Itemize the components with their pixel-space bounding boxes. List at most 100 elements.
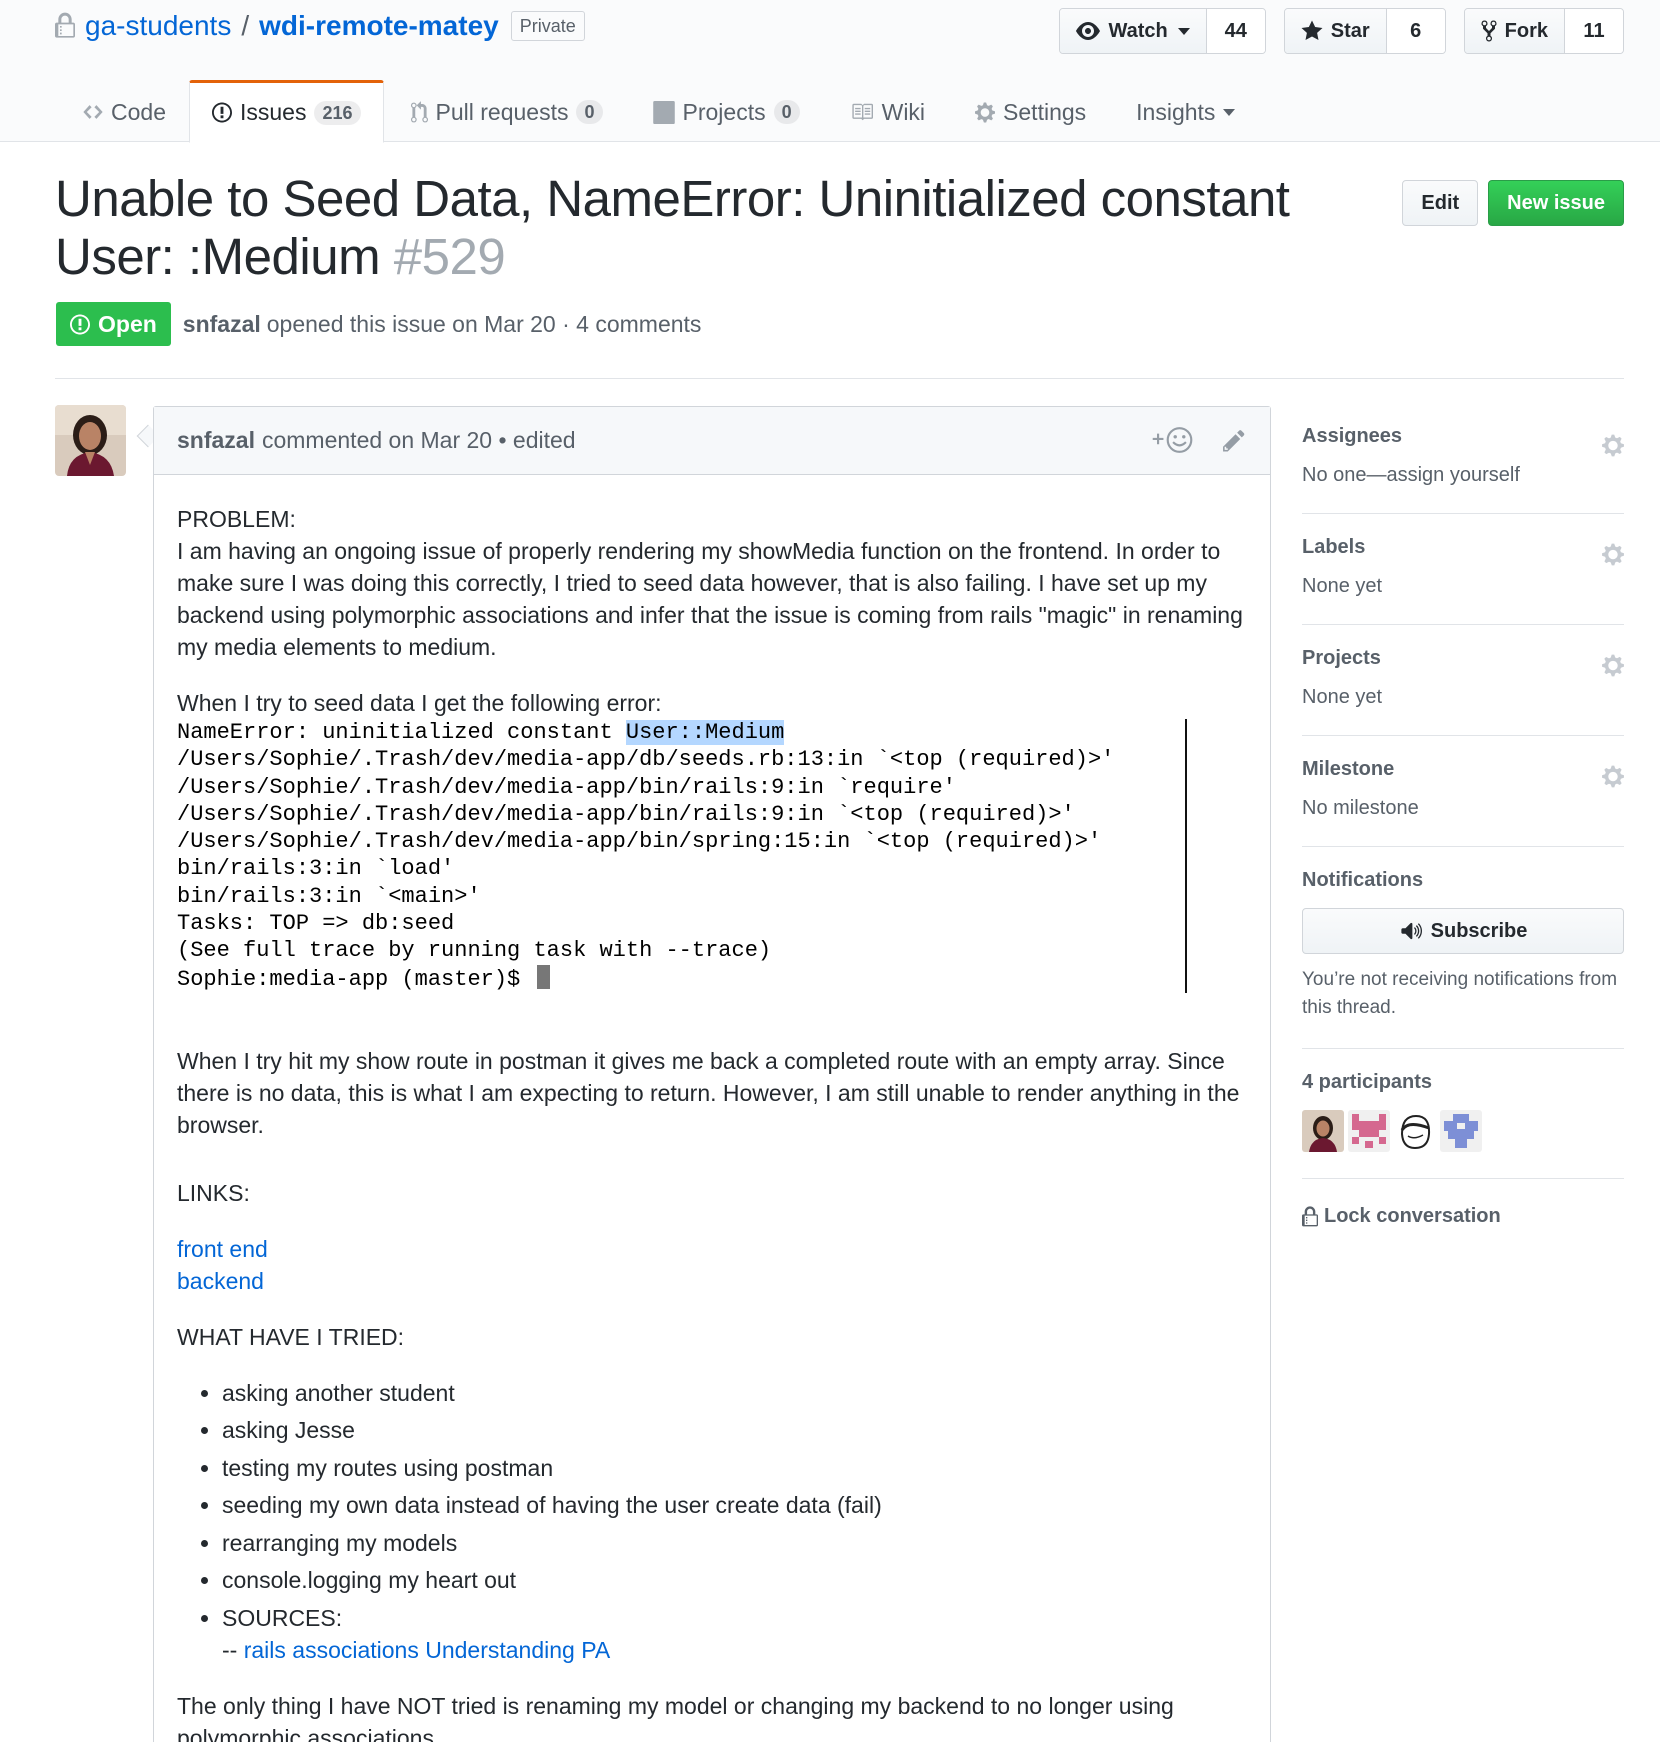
smiley-plus-icon[interactable]: [1149, 425, 1195, 455]
repo-name-link[interactable]: wdi-remote-matey: [259, 10, 499, 42]
front-end-link[interactable]: front end: [177, 1236, 268, 1262]
backend-link[interactable]: backend: [177, 1268, 264, 1294]
star-label: Star: [1330, 19, 1370, 42]
list-item: rearranging my models: [222, 1527, 1247, 1559]
issues-counter: 216: [314, 100, 361, 125]
labels-value: None yet: [1302, 575, 1383, 597]
repo-title: ga-students / wdi-remote-matey Private: [55, 10, 585, 42]
gear-icon: [975, 102, 996, 122]
avatar[interactable]: [55, 405, 126, 476]
issue-sidebar: Assignees No one—assign yourself Labels …: [1302, 405, 1624, 1228]
terminal-screenshot: NameError: uninitialized constant User::…: [177, 719, 1187, 993]
terminal-line: bin/rails:3:in `load': [177, 856, 455, 882]
issue-meta-text: opened this issue on Mar 20 · 4 comments: [266, 310, 702, 337]
labels-heading[interactable]: Labels: [1302, 536, 1624, 559]
code-icon: [83, 105, 103, 119]
chevron-down-icon: [1223, 108, 1236, 116]
gear-icon[interactable]: [1602, 542, 1624, 567]
tab-settings[interactable]: Settings: [952, 80, 1109, 142]
notifications-note: You’re not receiving notifications from …: [1302, 969, 1618, 1018]
seed-error-intro: When I try to seed data I get the follow…: [177, 690, 662, 716]
terminal-line: Tasks: TOP => db:seed: [177, 911, 455, 937]
issue-author-link[interactable]: snfazal: [183, 311, 261, 338]
tab-insights[interactable]: Insights: [1113, 80, 1258, 142]
sources-label: SOURCES:: [222, 1604, 343, 1631]
sources-prefix: --: [222, 1636, 244, 1663]
issue-opened-icon: [211, 102, 232, 123]
terminal-line: /Users/Sophie/.Trash/dev/media-app/bin/r…: [177, 774, 956, 800]
list-item: seeding my own data instead of having th…: [222, 1489, 1247, 1521]
links-heading: LINKS:: [177, 1179, 250, 1206]
star-button[interactable]: Star: [1284, 9, 1387, 53]
tab-code[interactable]: Code: [60, 80, 189, 142]
tab-code-label: Code: [111, 98, 166, 125]
watch-button[interactable]: Watch: [1060, 9, 1207, 53]
projects-value: None yet: [1302, 686, 1383, 708]
repo-owner-link[interactable]: ga-students: [85, 10, 231, 42]
postman-text: When I try hit my show route in postman …: [177, 1047, 1240, 1138]
stargazers-count[interactable]: 6: [1386, 9, 1445, 53]
comment-actions: [1149, 425, 1245, 455]
sources-link[interactable]: rails associations Understanding PA: [244, 1637, 610, 1663]
participants-heading: 4 participants: [1302, 1071, 1433, 1093]
milestone-heading[interactable]: Milestone: [1302, 758, 1624, 781]
participant-avatar[interactable]: [1440, 1110, 1482, 1152]
participant-avatar[interactable]: [1394, 1110, 1436, 1152]
forks-count[interactable]: 11: [1565, 9, 1623, 53]
assignees-heading[interactable]: Assignees: [1302, 425, 1624, 448]
gear-icon[interactable]: [1602, 764, 1624, 789]
closing-text: The only thing I have NOT tried is renam…: [177, 1692, 1174, 1742]
problem-heading: PROBLEM:: [177, 506, 296, 532]
projects-heading[interactable]: Projects: [1302, 647, 1624, 670]
tried-heading: WHAT HAVE I TRIED:: [177, 1323, 405, 1350]
watchers-count[interactable]: 44: [1206, 9, 1265, 53]
sidebar-participants: 4 participants: [1302, 1049, 1624, 1179]
assignees-value[interactable]: No one—assign yourself: [1302, 464, 1624, 487]
terminal-highlight: User::Medium: [625, 720, 785, 745]
sidebar-milestone: Milestone No milestone: [1302, 736, 1624, 847]
issue-title: Unable to Seed Data, NameError: Uninitia…: [55, 170, 1295, 286]
subscribe-button[interactable]: Subscribe: [1302, 908, 1624, 954]
watch-label: Watch: [1108, 19, 1168, 42]
lock-icon: [1302, 1205, 1318, 1226]
tried-list: asking another student asking Jesse test…: [222, 1377, 1247, 1666]
issue-header-actions: Edit New issue: [1402, 180, 1624, 226]
pencil-icon[interactable]: [1223, 428, 1245, 453]
sidebar-notifications: Notifications Subscribe You’re not recei…: [1302, 847, 1624, 1049]
comment-header: snfazal commented on Mar 20 • edited: [154, 407, 1270, 475]
issue-title-line1: Unable to Seed Data, NameError: Uninitia…: [55, 170, 1290, 227]
list-item: asking another student: [222, 1377, 1247, 1409]
list-item: testing my routes using postman: [222, 1452, 1247, 1484]
repo-header: ga-students / wdi-remote-matey Private W…: [0, 0, 1660, 143]
tab-pull-requests[interactable]: Pull requests 0: [388, 80, 626, 142]
participant-avatar[interactable]: [1348, 1110, 1390, 1152]
user-avatar-image: [55, 405, 126, 476]
fork-label: Fork: [1504, 19, 1548, 42]
lock-conversation-link[interactable]: Lock conversation: [1302, 1179, 1624, 1228]
gear-icon[interactable]: [1602, 433, 1624, 458]
watch-group: Watch 44: [1059, 8, 1266, 54]
terminal-cursor: [537, 964, 551, 989]
edit-title-button[interactable]: Edit: [1402, 180, 1479, 226]
header-divider: [55, 378, 1624, 379]
gear-icon[interactable]: [1602, 653, 1624, 678]
tab-projects[interactable]: Projects 0: [630, 80, 823, 142]
issue-number: #529: [393, 228, 506, 285]
sidebar-assignees: Assignees No one—assign yourself: [1302, 405, 1624, 514]
tab-wiki[interactable]: Wiki: [827, 80, 948, 142]
participant-avatar[interactable]: [1302, 1110, 1344, 1152]
tab-settings-label: Settings: [1003, 98, 1087, 125]
sidebar-projects: Projects None yet: [1302, 625, 1624, 736]
fork-button[interactable]: Fork: [1464, 9, 1565, 53]
eye-icon: [1076, 22, 1101, 40]
milestone-value: No milestone: [1302, 797, 1419, 819]
issue-state-badge: Open: [56, 302, 171, 346]
terminal-line: /Users/Sophie/.Trash/dev/media-app/db/se…: [177, 747, 1115, 773]
comment-author-link[interactable]: snfazal: [177, 427, 255, 454]
tab-issues[interactable]: Issues 216: [188, 80, 384, 143]
comment-meta: commented on Mar 20 • edited: [261, 427, 576, 453]
issue-title-line2: User: :Medium: [55, 228, 381, 285]
repo-nav: Code Issues 216 Pull requests 0 Projects…: [60, 80, 1258, 143]
new-issue-button[interactable]: New issue: [1488, 180, 1624, 226]
tab-pull-requests-label: Pull requests: [435, 98, 569, 125]
